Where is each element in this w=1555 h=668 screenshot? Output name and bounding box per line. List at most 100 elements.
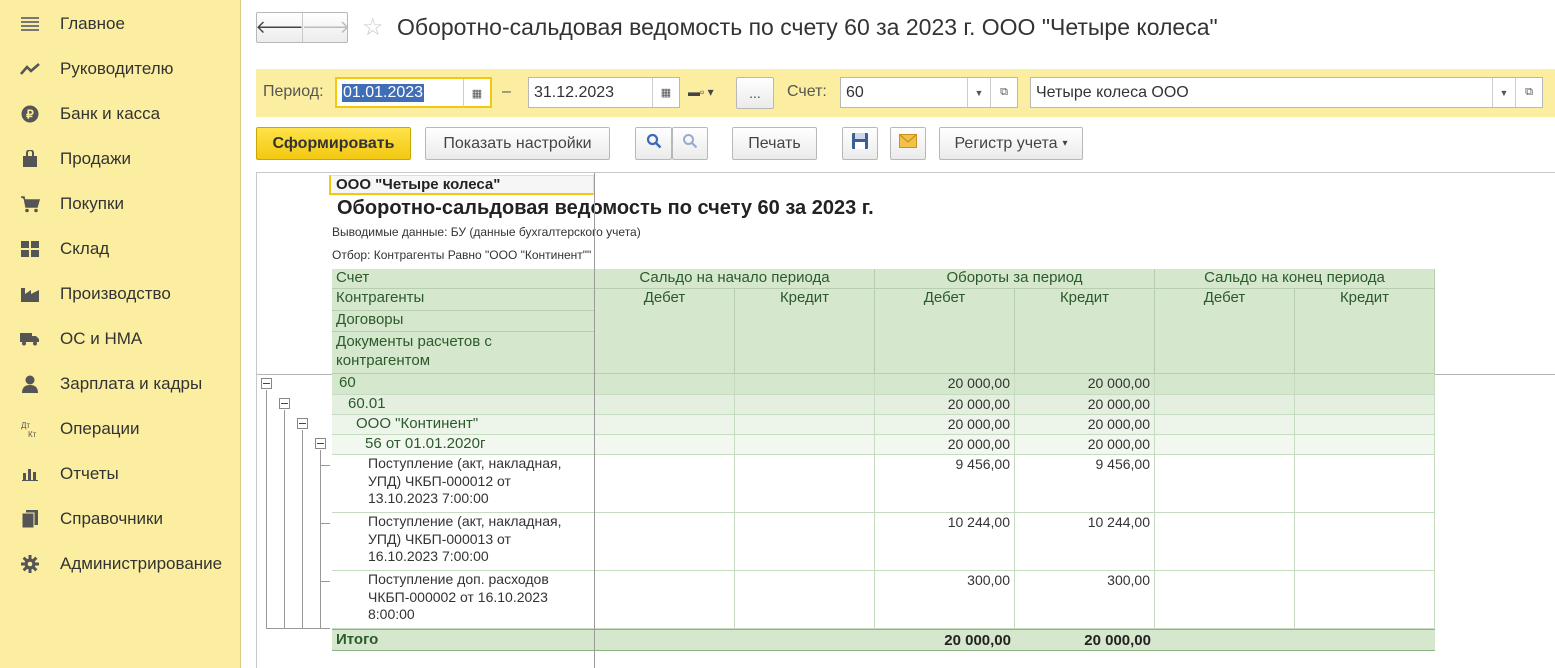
sidebar-item-purchases[interactable]: Покупки bbox=[0, 181, 240, 226]
row-cell-empty[interactable] bbox=[595, 395, 735, 415]
period-select-button[interactable]: ... bbox=[736, 77, 774, 109]
date-to-field[interactable]: 31.12.2023 ▦ bbox=[528, 77, 680, 108]
sidebar-item-label: Продажи bbox=[60, 148, 131, 168]
calendar-icon[interactable]: ▦ bbox=[463, 79, 490, 108]
row-cell-empty[interactable] bbox=[1155, 513, 1295, 571]
row-cell-empty[interactable] bbox=[735, 395, 875, 415]
collapse-toggle-icon[interactable] bbox=[261, 378, 272, 389]
period-variant-dropdown-icon[interactable]: ▬▫ ▾ bbox=[688, 85, 714, 99]
sidebar-item-references[interactable]: Справочники bbox=[0, 496, 240, 541]
row-cell-empty[interactable] bbox=[595, 455, 735, 513]
sidebar-item-main[interactable]: Главное bbox=[0, 1, 240, 46]
row-cell-empty[interactable] bbox=[1155, 415, 1295, 435]
row-cell-empty[interactable] bbox=[595, 374, 735, 395]
row-cell-empty[interactable] bbox=[735, 571, 875, 629]
document-row-label[interactable]: Поступление (акт, накладная, УПД) ЧКБП-0… bbox=[332, 455, 595, 513]
open-link-icon[interactable]: ⧉ bbox=[1515, 78, 1542, 107]
row-cell-empty[interactable] bbox=[1155, 571, 1295, 629]
row-turnover-credit[interactable]: 300,00 bbox=[1015, 571, 1155, 629]
register-dropdown-button[interactable]: Регистр учета ▾ bbox=[939, 127, 1083, 160]
sidebar-item-production[interactable]: Производство bbox=[0, 271, 240, 316]
row-cell-empty[interactable] bbox=[1155, 374, 1295, 395]
sidebar-item-bank[interactable]: ₽ Банк и касса bbox=[0, 91, 240, 136]
row-cell-empty[interactable] bbox=[1155, 455, 1295, 513]
factory-icon bbox=[20, 284, 40, 304]
search-button[interactable] bbox=[635, 127, 672, 160]
document-row-label[interactable]: Поступление доп. расходов ЧКБП-000002 от… bbox=[332, 571, 595, 629]
row-cell-empty[interactable] bbox=[595, 435, 735, 455]
row-label[interactable]: ООО "Континент" bbox=[332, 415, 595, 435]
row-turnover-credit[interactable]: 20 000,00 bbox=[1015, 374, 1155, 395]
calendar-icon[interactable]: ▦ bbox=[652, 78, 679, 107]
row-label[interactable]: 60 bbox=[332, 374, 595, 395]
row-cell-empty[interactable] bbox=[1155, 435, 1295, 455]
save-button[interactable] bbox=[842, 127, 878, 160]
forward-arrow-icon[interactable]: 🡒 bbox=[302, 13, 350, 42]
row-turnover-credit[interactable]: 10 244,00 bbox=[1015, 513, 1155, 571]
sidebar-item-operations[interactable]: Дт Кт Операции bbox=[0, 406, 240, 451]
account-field[interactable]: 60 ▼ ⧉ bbox=[840, 77, 1018, 108]
sidebar-item-sales[interactable]: Продажи bbox=[0, 136, 240, 181]
back-arrow-icon[interactable]: 🡐 bbox=[255, 13, 304, 42]
row-turnover-debit[interactable]: 20 000,00 bbox=[875, 435, 1015, 455]
row-cell-empty[interactable] bbox=[735, 455, 875, 513]
row-turnover-credit[interactable]: 9 456,00 bbox=[1015, 455, 1155, 513]
row-turnover-debit[interactable]: 20 000,00 bbox=[875, 395, 1015, 415]
sidebar-item-assets[interactable]: ОС и НМА bbox=[0, 316, 240, 361]
chevron-down-icon[interactable]: ▼ bbox=[967, 78, 990, 107]
chevron-down-icon[interactable]: ▼ bbox=[1492, 78, 1515, 107]
dt-kt-icon: Дт Кт bbox=[20, 419, 40, 439]
row-cell-empty[interactable] bbox=[1295, 395, 1435, 415]
row-cell-empty[interactable] bbox=[735, 435, 875, 455]
print-button[interactable]: Печать bbox=[732, 127, 817, 160]
row-turnover-credit[interactable]: 20 000,00 bbox=[1015, 415, 1155, 435]
favorite-star-icon[interactable]: ☆ bbox=[362, 14, 384, 42]
row-turnover-credit[interactable]: 20 000,00 bbox=[1015, 395, 1155, 415]
generate-button[interactable]: Сформировать bbox=[256, 127, 411, 160]
sidebar-item-salary[interactable]: Зарплата и кадры bbox=[0, 361, 240, 406]
send-email-button[interactable] bbox=[890, 127, 926, 160]
row-turnover-debit[interactable]: 300,00 bbox=[875, 571, 1015, 629]
row-cell-empty[interactable] bbox=[595, 415, 735, 435]
sidebar-item-label: Банк и касса bbox=[60, 103, 161, 123]
tree-line bbox=[320, 465, 330, 466]
report-spreadsheet[interactable]: ООО "Четыре колеса" Оборотно-сальдовая в… bbox=[256, 172, 1555, 668]
row-turnover-debit[interactable]: 20 000,00 bbox=[875, 415, 1015, 435]
total-row[interactable]: Итого 20 000,00 20 000,00 bbox=[332, 629, 1435, 651]
row-cell-empty[interactable] bbox=[595, 513, 735, 571]
show-settings-button[interactable]: Показать настройки bbox=[425, 127, 610, 160]
row-cell-empty[interactable] bbox=[735, 374, 875, 395]
row-cell-empty[interactable] bbox=[1295, 455, 1435, 513]
row-cell-empty[interactable] bbox=[1295, 415, 1435, 435]
sidebar-item-warehouse[interactable]: Склад bbox=[0, 226, 240, 271]
header-contracts: Договоры bbox=[332, 311, 595, 332]
row-turnover-debit[interactable]: 10 244,00 bbox=[875, 513, 1015, 571]
sidebar-item-director[interactable]: Руководителю bbox=[0, 46, 240, 91]
row-cell-empty[interactable] bbox=[1295, 374, 1435, 395]
search-clear-button[interactable] bbox=[672, 127, 708, 160]
row-label[interactable]: 56 от 01.01.2020г bbox=[332, 435, 595, 455]
cart-icon bbox=[20, 194, 40, 214]
collapse-toggle-icon[interactable] bbox=[315, 438, 326, 449]
row-cell-empty[interactable] bbox=[595, 571, 735, 629]
row-cell-empty[interactable] bbox=[735, 415, 875, 435]
row-turnover-debit[interactable]: 20 000,00 bbox=[875, 374, 1015, 395]
row-turnover-debit[interactable]: 9 456,00 bbox=[875, 455, 1015, 513]
row-cell-empty[interactable] bbox=[1295, 513, 1435, 571]
sidebar-item-label: Производство bbox=[60, 283, 171, 303]
row-label[interactable]: 60.01 bbox=[332, 395, 595, 415]
collapse-toggle-icon[interactable] bbox=[297, 418, 308, 429]
open-link-icon[interactable]: ⧉ bbox=[990, 78, 1017, 107]
sidebar-item-reports[interactable]: Отчеты bbox=[0, 451, 240, 496]
report-organization[interactable]: ООО "Четыре колеса" bbox=[329, 175, 594, 195]
row-turnover-credit[interactable]: 20 000,00 bbox=[1015, 435, 1155, 455]
row-cell-empty[interactable] bbox=[735, 513, 875, 571]
sidebar-item-admin[interactable]: Администрирование bbox=[0, 541, 240, 586]
row-cell-empty[interactable] bbox=[1295, 571, 1435, 629]
row-cell-empty[interactable] bbox=[1155, 395, 1295, 415]
organization-field[interactable]: Четыре колеса ООО ▼ ⧉ bbox=[1030, 77, 1543, 108]
document-row-label[interactable]: Поступление (акт, накладная, УПД) ЧКБП-0… bbox=[332, 513, 595, 571]
row-cell-empty[interactable] bbox=[1295, 435, 1435, 455]
collapse-toggle-icon[interactable] bbox=[279, 398, 290, 409]
date-from-field[interactable]: 01.01.2023 ▦ bbox=[335, 77, 492, 108]
